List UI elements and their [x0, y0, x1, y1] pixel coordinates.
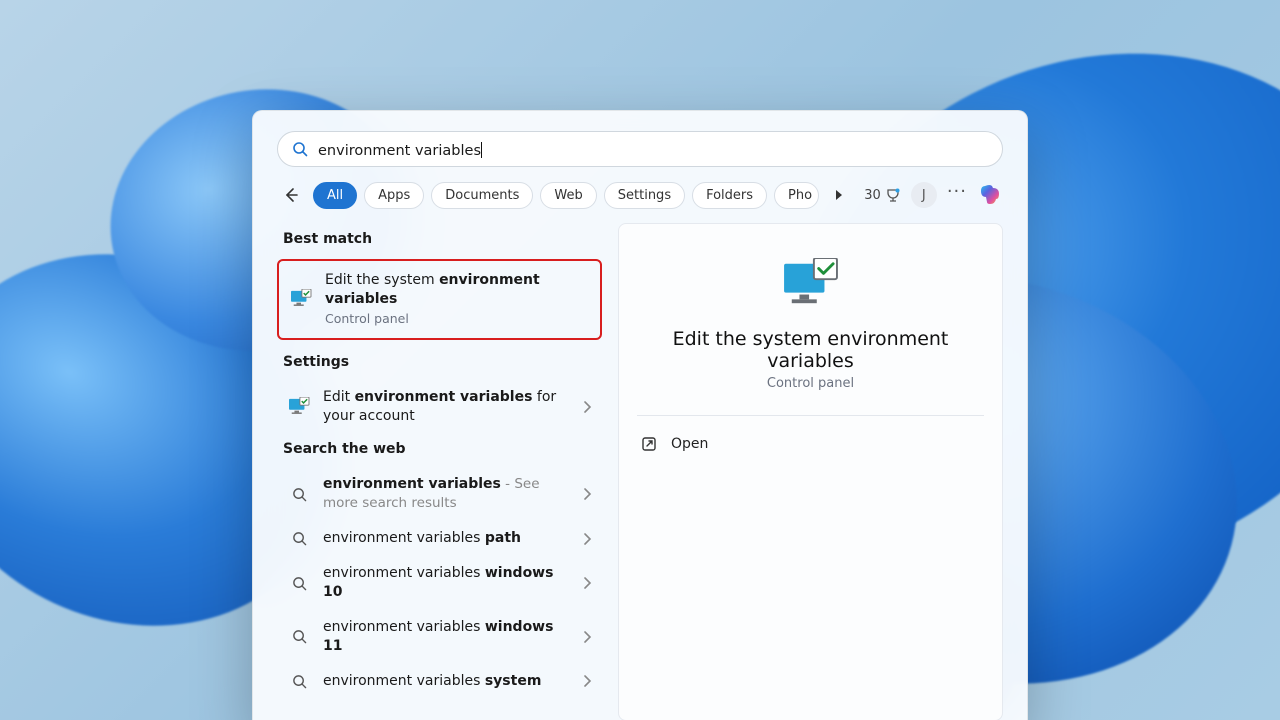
divider	[637, 415, 984, 416]
avatar-initial: J	[922, 188, 926, 203]
section-web: Search the web	[277, 433, 602, 467]
filter-pill-folders[interactable]: Folders	[692, 182, 767, 209]
result-web-0[interactable]: environment variables - See more search …	[277, 467, 602, 521]
rewards-points[interactable]: 30	[864, 187, 901, 203]
results-list: Best match Edit the system environment v…	[277, 223, 602, 720]
system-properties-icon	[287, 397, 311, 417]
preview-subtitle: Control panel	[637, 376, 984, 391]
filter-pill-web[interactable]: Web	[540, 182, 596, 209]
result-web-2[interactable]: environment variables windows 10	[277, 556, 602, 610]
chevron-right-icon	[582, 675, 592, 687]
search-icon	[287, 487, 311, 502]
chevron-right-icon	[582, 533, 592, 545]
more-menu[interactable]: ···	[947, 183, 967, 207]
filter-pill-settings[interactable]: Settings	[604, 182, 685, 209]
chevron-right-icon	[582, 631, 592, 643]
back-button[interactable]	[277, 181, 305, 209]
search-icon	[287, 576, 311, 591]
chevron-right-icon	[582, 488, 592, 500]
result-web-3[interactable]: environment variables windows 11	[277, 610, 602, 664]
system-properties-icon	[289, 289, 313, 309]
result-title: Edit the system environment variables Co…	[325, 271, 590, 328]
search-input[interactable]	[318, 143, 988, 159]
rewards-count: 30	[864, 188, 881, 203]
search-icon	[292, 141, 308, 157]
preview-title: Edit the system environment variables	[637, 328, 984, 372]
result-settings-env-account[interactable]: Edit environment variables for your acco…	[277, 380, 602, 434]
search-bar[interactable]	[277, 131, 1003, 167]
filter-pill-documents[interactable]: Documents	[431, 182, 533, 209]
copilot-icon[interactable]	[977, 182, 1003, 208]
filter-pills: All Apps Documents Web Settings Folders Pho	[313, 182, 819, 209]
action-open-label: Open	[671, 436, 708, 452]
rewards-icon	[885, 187, 901, 203]
result-subtitle: Control panel	[325, 311, 590, 328]
search-icon	[287, 629, 311, 644]
start-search-window: All Apps Documents Web Settings Folders Pho 30…	[252, 110, 1028, 720]
result-best-match[interactable]: Edit the system environment variables Co…	[277, 259, 602, 340]
result-title: environment variables - See more search …	[323, 475, 570, 513]
preview-icon	[637, 258, 984, 308]
user-avatar[interactable]: J	[911, 182, 937, 208]
filters-scroll-right[interactable]	[827, 183, 851, 207]
chevron-right-icon	[582, 577, 592, 589]
open-icon	[641, 436, 657, 452]
result-title: environment variables system	[323, 672, 570, 691]
section-best-match: Best match	[277, 223, 602, 257]
result-title: Edit environment variables for your acco…	[323, 388, 570, 426]
result-title: environment variables windows 10	[323, 564, 570, 602]
section-settings: Settings	[277, 346, 602, 380]
result-web-4[interactable]: environment variables system	[277, 664, 602, 699]
action-open[interactable]: Open	[637, 426, 984, 462]
filter-pill-pho[interactable]: Pho	[774, 182, 819, 209]
result-title: environment variables windows 11	[323, 618, 570, 656]
result-title: environment variables path	[323, 529, 570, 548]
filter-pill-apps[interactable]: Apps	[364, 182, 424, 209]
search-icon	[287, 531, 311, 546]
filter-row: All Apps Documents Web Settings Folders Pho 30…	[253, 181, 1027, 223]
chevron-right-icon	[582, 401, 592, 413]
preview-pane: Edit the system environment variables Co…	[618, 223, 1003, 720]
search-icon	[287, 674, 311, 689]
filter-pill-all[interactable]: All	[313, 182, 357, 209]
result-web-1[interactable]: environment variables path	[277, 521, 602, 556]
